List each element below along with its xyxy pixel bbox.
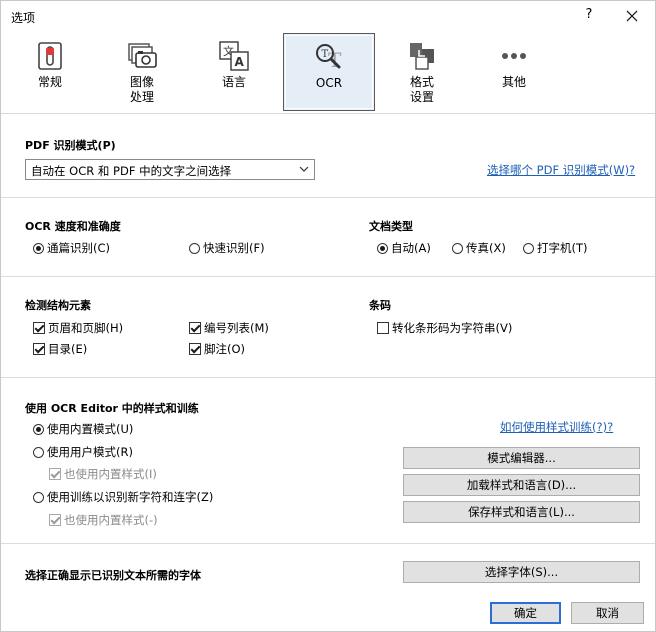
radio-doctype-typewriter-label: 打字机(T) [537, 241, 588, 255]
radio-indicator-off [33, 492, 44, 503]
window-title: 选项 [11, 11, 36, 25]
patterns-help-link[interactable]: 如何使用样式训练(?)? [500, 419, 613, 435]
checkbox-also-builtin-styles-1[interactable]: 也使用内置样式(I) [49, 466, 157, 482]
checkbox-footnotes[interactable]: 脚注(O) [189, 341, 245, 357]
checkbox-also-builtin-styles-2[interactable]: 也使用内置样式(-) [49, 512, 158, 528]
radio-training-patterns-label: 使用训练以识别新字符和连字(Z) [47, 490, 214, 504]
radio-builtin-patterns[interactable]: 使用内置模式(U) [33, 421, 133, 437]
ocr-magnifier-icon: T T [316, 44, 342, 72]
svg-text:T: T [322, 49, 329, 60]
checkbox-indicator-checked-disabled [49, 468, 61, 480]
radio-indicator-off [33, 447, 44, 458]
load-patterns-button[interactable]: 加载样式和语言(D)... [403, 474, 640, 496]
radio-indicator-on [33, 424, 44, 435]
checkbox-footnotes-label: 脚注(O) [204, 342, 246, 356]
radio-indicator-on [377, 243, 388, 254]
pdf-mode-selected-value: 自动在 OCR 和 PDF 中的文字之间选择 [31, 164, 232, 178]
separator [1, 543, 655, 544]
checkbox-table-of-contents-label: 目录(E) [48, 342, 88, 356]
tab-language-label: 语言 [221, 75, 246, 89]
radio-doctype-fax[interactable]: 传真(X) [452, 240, 506, 256]
radio-doctype-auto[interactable]: 自动(A) [377, 240, 431, 256]
tab-language[interactable]: 文 A 语言 [189, 33, 279, 111]
save-patterns-button[interactable]: 保存样式和语言(L)... [403, 501, 640, 523]
language-icon: 文 A [219, 41, 249, 71]
patterns-training-header: 使用 OCR Editor 中的样式和训练 [25, 402, 199, 415]
ok-button[interactable]: 确定 [490, 602, 561, 624]
checkbox-barcode-label: 转化条形码为字符串(V) [392, 321, 513, 335]
tab-other-label: 其他 [501, 75, 526, 89]
general-settings-icon [38, 42, 62, 70]
help-button[interactable]: ? [579, 7, 599, 25]
radio-thorough-label: 通篇识别(C) [47, 241, 111, 255]
format-settings-icon [410, 43, 434, 70]
tab-image-processing-label: 图像 处理 [129, 75, 154, 104]
more-dots-icon [502, 53, 526, 59]
tab-other[interactable]: 其他 [469, 33, 559, 111]
fonts-label: 选择正确显示已识别文本所需的字体 [25, 569, 201, 582]
checkbox-also-builtin-styles-1-label: 也使用内置样式(I) [64, 467, 157, 481]
radio-fast-label: 快速识别(F) [203, 241, 265, 255]
radio-indicator-off [523, 243, 534, 254]
barcode-header: 条码 [369, 299, 391, 312]
radio-indicator-off [452, 243, 463, 254]
tab-general-label: 常规 [37, 75, 62, 89]
checkbox-numbered-lists-label: 编号列表(M) [204, 321, 269, 335]
select-fonts-button[interactable]: 选择字体(S)... [403, 561, 640, 583]
svg-text:A: A [235, 55, 245, 69]
tab-ocr-label: OCR [315, 76, 343, 90]
tab-image-processing[interactable]: 图像 处理 [97, 33, 187, 111]
checkbox-also-builtin-styles-2-label: 也使用内置样式(-) [64, 513, 158, 527]
radio-doctype-auto-label: 自动(A) [391, 241, 431, 255]
separator [1, 197, 655, 198]
separator [1, 377, 655, 378]
checkbox-indicator-checked [189, 343, 201, 355]
checkbox-indicator-checked-disabled [49, 514, 61, 526]
tab-ocr[interactable]: T T OCR [283, 33, 375, 111]
pdf-mode-dropdown[interactable]: 自动在 OCR 和 PDF 中的文字之间选择 [25, 159, 315, 180]
radio-thorough-recognition[interactable]: 通篇识别(C) [33, 240, 110, 256]
radio-indicator-on [33, 243, 44, 254]
checkbox-indicator-checked [33, 343, 45, 355]
radio-builtin-patterns-label: 使用内置模式(U) [47, 422, 134, 436]
options-dialog: 选项 ? 常规 图像 处理 文 A 语言 T T OCR 格式 设置 其他 PD… [0, 0, 656, 632]
tab-format-settings[interactable]: 格式 设置 [377, 33, 467, 111]
checkbox-headers-footers[interactable]: 页眉和页脚(H) [33, 320, 123, 336]
radio-fast-recognition[interactable]: 快速识别(F) [189, 240, 265, 256]
close-icon [626, 10, 638, 22]
radio-doctype-typewriter[interactable]: 打字机(T) [523, 240, 588, 256]
close-button[interactable] [621, 5, 643, 27]
radio-training-patterns[interactable]: 使用训练以识别新字符和连字(Z) [33, 489, 213, 505]
document-type-header: 文档类型 [369, 220, 413, 233]
separator [1, 276, 655, 277]
checkbox-headers-footers-label: 页眉和页脚(H) [48, 321, 124, 335]
checkbox-numbered-lists[interactable]: 编号列表(M) [189, 320, 269, 336]
tab-format-settings-label: 格式 设置 [409, 75, 434, 104]
ocr-speed-header: OCR 速度和准确度 [25, 220, 121, 233]
checkbox-barcode-to-string[interactable]: 转化条形码为字符串(V) [377, 320, 512, 336]
cancel-button[interactable]: 取消 [571, 602, 644, 624]
category-toolbar: 常规 图像 处理 文 A 语言 T T OCR 格式 设置 其他 [1, 31, 655, 114]
structure-elements-header: 检测结构元素 [25, 299, 91, 312]
radio-user-patterns[interactable]: 使用用户模式(R) [33, 444, 133, 460]
radio-user-patterns-label: 使用用户模式(R) [47, 445, 133, 459]
pdf-mode-header: PDF 识别模式(P) [25, 139, 116, 152]
pattern-editor-button[interactable]: 模式编辑器... [403, 447, 640, 469]
checkbox-indicator-checked [33, 322, 45, 334]
checkbox-table-of-contents[interactable]: 目录(E) [33, 341, 87, 357]
image-processing-icon [128, 43, 157, 68]
radio-indicator-off [189, 243, 200, 254]
chevron-down-icon [299, 166, 309, 172]
pdf-mode-help-link[interactable]: 选择哪个 PDF 识别模式(W)? [487, 162, 635, 178]
checkbox-indicator-unchecked [377, 322, 389, 334]
tab-general[interactable]: 常规 [5, 33, 95, 111]
radio-doctype-fax-label: 传真(X) [466, 241, 506, 255]
checkbox-indicator-checked [189, 322, 201, 334]
title-bar: 选项 ? [1, 1, 655, 31]
